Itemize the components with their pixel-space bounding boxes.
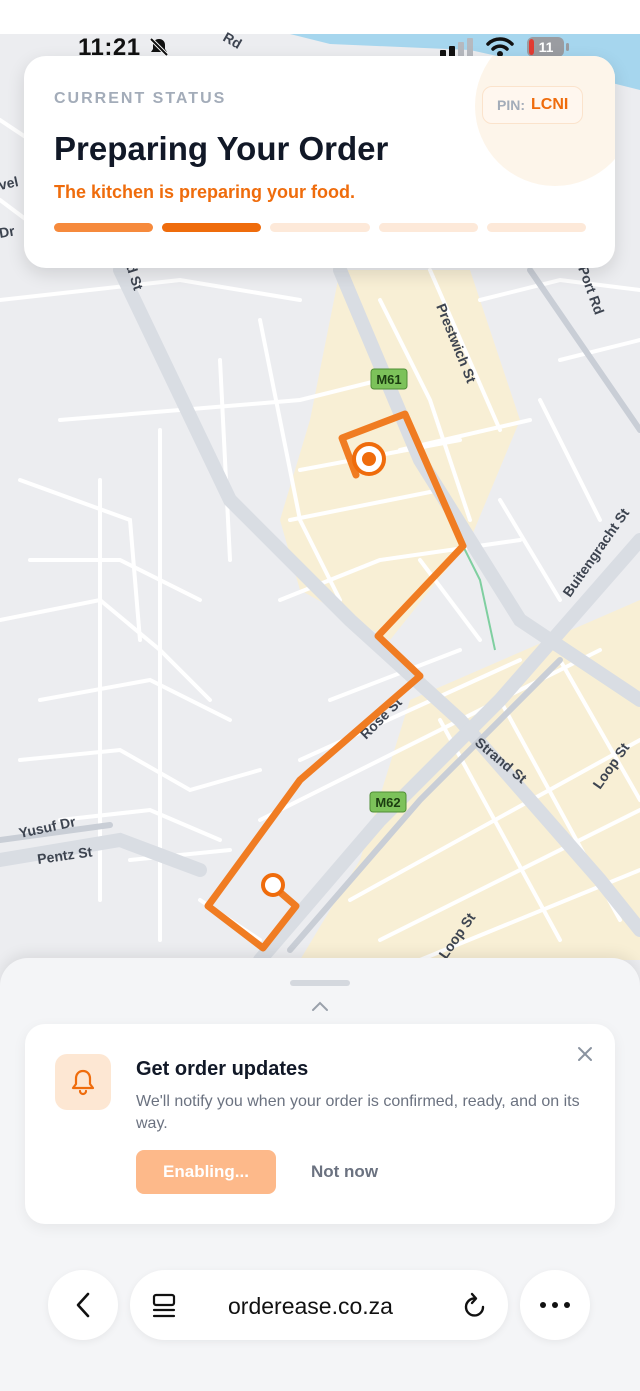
restaurant-marker[interactable] [352,442,386,476]
pin-label: PIN: [497,97,525,113]
status-subtitle: The kitchen is preparing your food. [54,182,356,202]
wifi-icon [486,37,514,57]
enable-notifications-button[interactable]: Enabling... [136,1150,276,1194]
reload-icon[interactable] [462,1292,488,1320]
destination-marker[interactable] [261,873,285,897]
order-progress-bar [54,223,587,232]
pin-code: LCNI [531,96,569,113]
close-icon[interactable] [575,1044,595,1064]
progress-segment [270,223,370,232]
chevron-up-icon[interactable] [310,1000,330,1012]
page-menu-icon[interactable] [152,1292,178,1320]
status-label: CURRENT STATUS [54,90,227,107]
notification-prompt-card: Get order updates We'll notify you when … [25,1024,615,1224]
address-bar[interactable]: orderease.co.za [130,1270,508,1340]
back-button[interactable] [48,1270,118,1340]
svg-text:M61: M61 [376,372,401,387]
more-dots-icon [540,1302,570,1308]
highway-shield: M62 [369,791,407,813]
progress-segment [486,223,587,232]
progress-segment [162,223,262,232]
cellular-signal-icon [440,38,473,57]
more-options-button[interactable] [520,1270,590,1340]
browser-toolbar: orderease.co.za [0,1248,640,1391]
progress-segment [378,223,478,232]
silent-bell-icon [149,37,169,57]
svg-text:M62: M62 [375,795,400,810]
sheet-drag-handle[interactable] [290,980,350,986]
progress-segment [54,223,154,232]
status-title: Preparing Your Order [54,130,389,167]
highway-shield: M61 [370,368,408,390]
chevron-left-icon [76,1292,90,1318]
svg-text:11: 11 [539,39,554,55]
battery-icon: 11 [527,37,569,57]
notification-description: We'll notify you when your order is conf… [136,1093,580,1132]
not-now-button[interactable]: Not now [307,1150,382,1194]
bell-icon-container [55,1054,111,1110]
notification-title: Get order updates [136,1058,309,1080]
bell-icon [71,1069,95,1096]
url-text: orderease.co.za [228,1293,393,1319]
order-pin-badge: PIN: LCNI [482,86,584,124]
order-status-card: CURRENT STATUS PIN: LCNI Preparing Your … [24,56,615,268]
